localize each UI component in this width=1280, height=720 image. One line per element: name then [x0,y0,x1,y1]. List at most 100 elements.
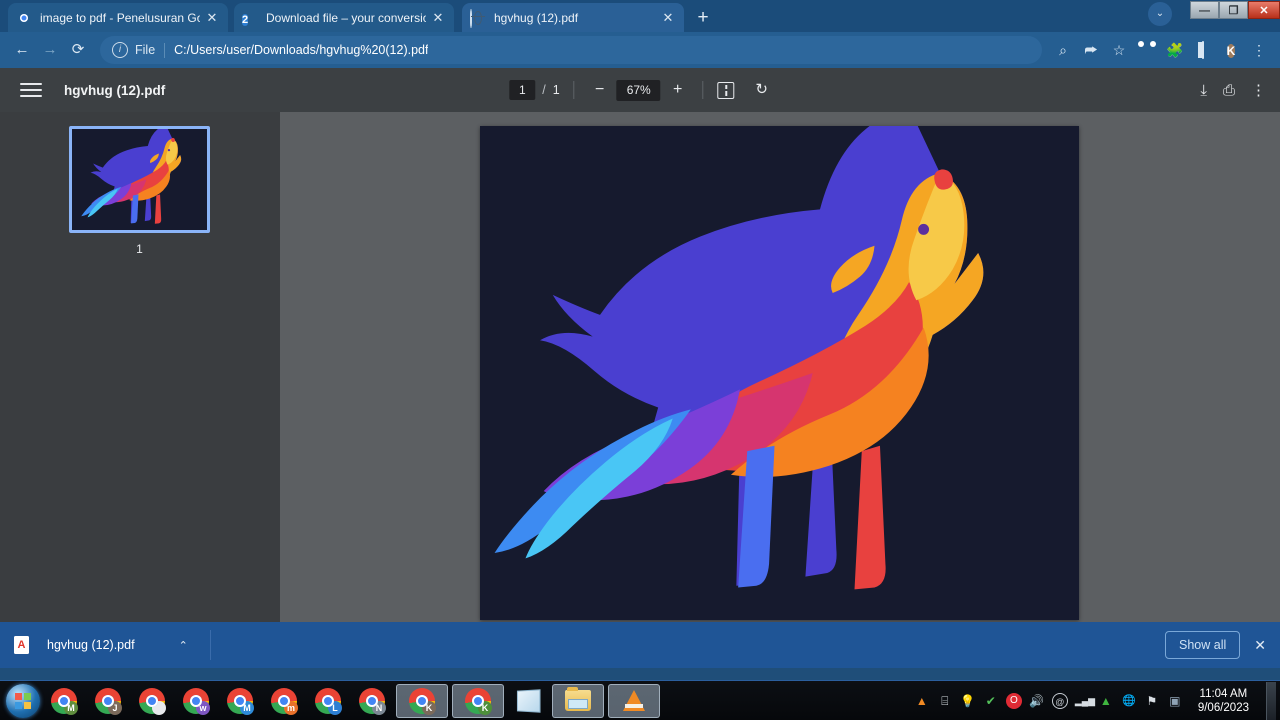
pdf-viewer-body: 1 [0,112,1280,622]
profile-badge: M [240,700,254,715]
at-sign-tray-icon[interactable]: @ [1051,692,1068,709]
chevron-up-icon[interactable]: ⌃ [179,639,188,652]
taskbar-chrome-window-m2[interactable]: M [220,684,260,718]
minimize-button[interactable]: — [1190,1,1219,19]
taskbar-vlc-window[interactable] [608,683,660,718]
download-shelf-right: Show all ✕ [1165,631,1266,659]
extensions-puzzle-icon[interactable]: 🧩 [1162,37,1188,63]
taskbar-file-explorer-window[interactable] [552,683,604,718]
close-window-button[interactable]: ✕ [1248,1,1280,19]
reload-button[interactable]: ⟳ [64,36,92,64]
taskbar-chrome-window-n[interactable]: N [352,684,392,718]
taskbar-notepad-window[interactable] [508,684,548,718]
print-icon[interactable]: ⎙ [1223,82,1235,99]
thumbnail-page-number: 1 [136,242,143,256]
download-file-name: hgvhug (12).pdf [47,638,135,652]
new-tab-button[interactable]: + [690,6,716,30]
opera-tray-icon[interactable]: O [1005,692,1022,709]
download-icon[interactable]: ⤓ [1200,82,1207,99]
page-number-input[interactable]: 1 [509,80,536,100]
vlc-tray-icon[interactable]: ▲ [914,693,930,709]
share-icon[interactable]: ⮫ [1078,37,1104,63]
taskbar-chrome-window-l[interactable]: L [308,684,348,718]
tab-download-file[interactable]: 2 Download file – your conversion ✕ [234,3,454,32]
taskbar-chrome-window-k1[interactable]: K [396,683,448,718]
pdf-page-area[interactable] [280,112,1280,622]
update-ready-tray-icon[interactable]: ✔ [983,693,999,709]
zoom-in-button[interactable]: + [667,79,689,101]
tab-strip: image to pdf - Penelusuran Goog ✕ 2 Down… [0,0,1280,32]
tab-close-icon[interactable]: ✕ [204,10,220,26]
avatar[interactable]: K [1218,37,1244,63]
address-bar[interactable]: i File C:/Users/user/Downloads/hgvhug%20… [100,36,1042,64]
globe-tray-icon[interactable]: 🌐 [1121,693,1137,709]
url-text: C:/Users/user/Downloads/hgvhug%20(12).pd… [174,43,429,57]
close-shelf-icon[interactable]: ✕ [1254,637,1266,654]
start-button[interactable] [6,683,40,718]
tab-close-icon[interactable]: ✕ [430,10,446,26]
taskbar-chrome-window-m3[interactable]: m [264,684,304,718]
download-item[interactable]: hgvhug (12).pdf ⌃ [14,636,188,654]
profile-badge [152,700,166,715]
extension-dark-icon[interactable] [1134,37,1160,63]
page-total: 1 [552,83,560,97]
restore-icon: ❐ [1228,5,1239,17]
show-desktop-button[interactable] [1266,681,1276,720]
taskbar-clock[interactable]: 11:04 AM 9/06/2023 [1190,687,1259,715]
tab-image-to-pdf[interactable]: image to pdf - Penelusuran Goog ✕ [8,3,228,32]
toolbar-divider [573,81,575,99]
rotate-icon[interactable]: ↻ [753,81,771,99]
windows-taskbar: M J w M m L N K K ▲ ⌸ 💡 ✔ O 🔊 @ ▂▄▆ ▲ 🌐 … [0,680,1280,720]
flag-error-tray-icon[interactable]: ⚑ [1144,693,1160,709]
taskbar-chrome-window-m1[interactable]: M [44,684,84,718]
bookmark-star-icon[interactable]: ☆ [1106,37,1132,63]
thumbnail-item[interactable]: 1 [69,126,210,256]
toolbar-divider-2 [702,81,704,99]
profile-badge: K [422,700,436,715]
forward-button[interactable]: → [36,36,64,64]
side-panel-icon[interactable] [1190,37,1216,63]
tab-hgvhug-pdf[interactable]: hgvhug (12).pdf ✕ [462,3,684,32]
pdf-more-options-icon[interactable]: ⋮ [1251,81,1266,99]
profile-badge: N [372,700,386,715]
idea-tray-icon[interactable]: 💡 [960,693,976,709]
taskbar-chrome-window-w[interactable]: w [176,684,216,718]
page-thumbnail[interactable] [69,126,210,233]
system-tray: ▲ ⌸ 💡 ✔ O 🔊 @ ▂▄▆ ▲ 🌐 ⚑ ▣ 11:04 AM 9/06/… [914,681,1280,720]
chrome-menu-icon[interactable]: ⋮ [1246,37,1272,63]
toolbar-icons: ⌕ ⮫ ☆ 🧩 K ⋮ [1050,37,1272,63]
tab-search-chevron-down-icon[interactable]: ⌄ [1148,2,1172,26]
network-signal-tray-icon[interactable]: ▂▄▆ [1075,693,1095,709]
volume-tray-icon[interactable]: 🔊 [1029,693,1045,709]
page-info-icon[interactable]: i [112,42,128,58]
fit-to-page-icon[interactable] [717,81,735,99]
taskbar-chrome-window-j[interactable]: J [88,684,128,718]
profile-badge: L [328,700,342,715]
pdf-page [480,126,1079,620]
page-separator: / [542,83,546,97]
minimize-icon: — [1199,5,1210,17]
pdf-toolbar-right: ⤓ ⎙ ⋮ [1200,81,1266,100]
misc-tray-icon[interactable]: ▣ [1167,693,1183,709]
back-button[interactable]: ← [8,36,36,64]
browser-toolbar: ← → ⟳ i File C:/Users/user/Downloads/hgv… [0,32,1280,68]
green-triangle-tray-icon[interactable]: ▲ [1098,693,1114,709]
hamburger-icon[interactable] [20,79,42,101]
download-shelf: hgvhug (12).pdf ⌃ Show all ✕ [0,622,1280,668]
notepad-icon [516,688,541,713]
tab-close-icon[interactable]: ✕ [660,10,676,26]
zoom-level-value[interactable]: 67% [616,79,661,101]
zoom-out-button[interactable]: − [589,79,611,101]
close-icon: ✕ [1259,5,1269,17]
chrome-icon [16,10,32,26]
taskbar-chrome-window-blank[interactable] [132,684,172,718]
browser-window: image to pdf - Penelusuran Goog ✕ 2 Down… [0,0,1280,680]
search-icon[interactable]: ⌕ [1050,37,1076,63]
tab-title: hgvhug (12).pdf [494,10,579,25]
device-tray-icon[interactable]: ⌸ [937,693,953,709]
window-controls: — ❐ ✕ [1190,0,1280,20]
show-all-button[interactable]: Show all [1165,631,1241,659]
restore-button[interactable]: ❐ [1219,1,1248,19]
globe-icon [470,8,486,28]
taskbar-chrome-window-k2[interactable]: K [452,683,504,718]
